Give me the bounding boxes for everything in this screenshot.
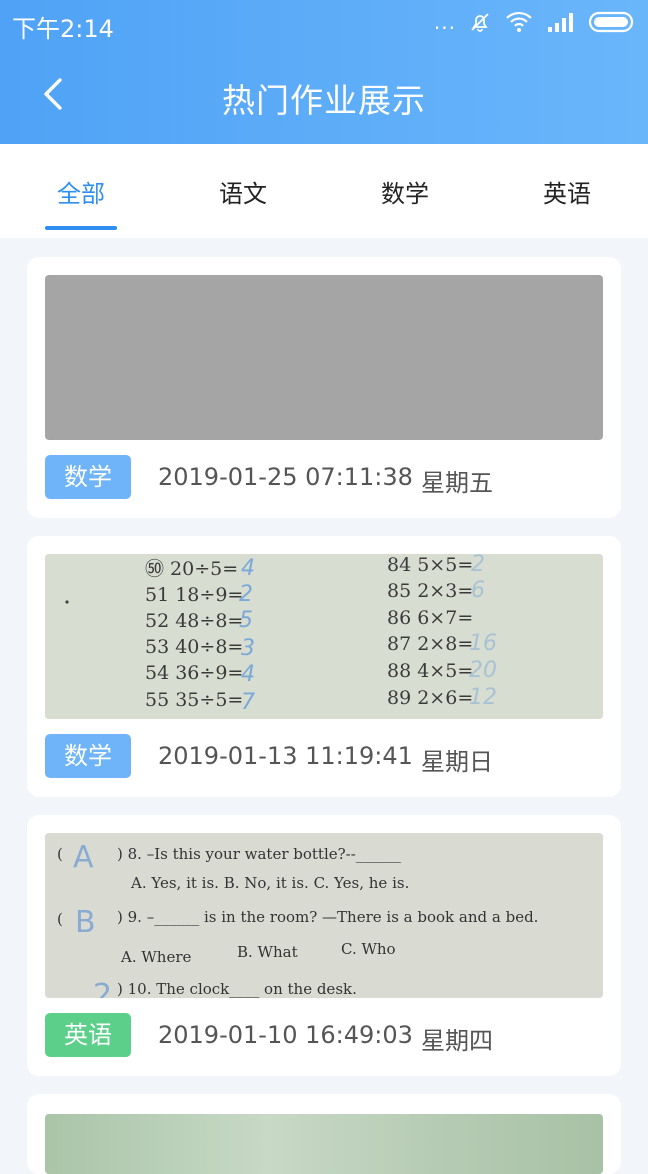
photo-line: 51 18÷9= — [145, 584, 243, 606]
weekday: 星期五 — [421, 469, 493, 497]
subject-tabs: 全部 语文 数学 英语 — [0, 144, 648, 238]
handwritten-answer: 6 — [471, 578, 485, 603]
submit-date: 2019-01-10 16:49:03 — [158, 1021, 413, 1049]
status-bar: 下午2:14 ... — [0, 0, 648, 46]
homework-card[interactable] — [27, 1094, 621, 1174]
handwritten-answer: 2 — [471, 554, 485, 577]
homework-photo-math[interactable]: ㊿ 20÷5= 51 18÷9= 52 48÷8= 53 40÷8= 54 36… — [45, 554, 603, 719]
handwritten-answer: 2 — [239, 582, 253, 607]
subject-badge: 英语 — [45, 1013, 131, 1057]
submit-date: 2019-01-13 11:19:41 — [158, 742, 413, 770]
homework-photo-blurred[interactable] — [45, 1114, 603, 1174]
photo-line: ) 8. –Is this your water bottle?--______ — [117, 845, 401, 863]
nav-bar: 热门作业展示 — [0, 46, 648, 144]
handwritten-answer: A — [73, 840, 94, 875]
photo-line: 88 4×5= — [387, 660, 473, 682]
signal-icon — [548, 13, 573, 32]
weekday: 星期四 — [421, 1027, 493, 1055]
header-bar: 下午2:14 ... 热门作业展示 — [0, 0, 648, 144]
homework-image-placeholder[interactable] — [45, 275, 603, 440]
handwritten-answer: B — [75, 905, 96, 940]
photo-line: 55 35÷5= — [145, 689, 243, 711]
photo-line: 89 2×6= — [387, 687, 473, 709]
weekday: 星期日 — [421, 748, 493, 776]
status-icons: ... — [434, 10, 636, 34]
homework-photo-english[interactable]: ( ) 8. –Is this your water bottle?--____… — [45, 833, 603, 998]
photo-line: 85 2×3= — [387, 580, 473, 602]
homework-card[interactable]: 数学 2019-01-25 07:11:38 星期五 — [27, 257, 621, 518]
photo-line: A. Where — [120, 948, 191, 966]
photo-line: C. Who — [341, 940, 396, 958]
photo-line: 84 5×5= — [387, 554, 473, 576]
handwritten-answer: 4 — [241, 662, 255, 687]
photo-line: 53 40÷8= — [145, 636, 243, 658]
handwritten-answer: 3 — [241, 636, 255, 661]
more-dots-icon: ... — [433, 10, 456, 34]
photo-line: ) 10. The clock____ on the desk. — [117, 980, 357, 998]
tab-all[interactable]: 全部 — [0, 144, 162, 238]
tab-math[interactable]: 数学 — [324, 144, 486, 238]
submit-date: 2019-01-25 07:11:38 — [158, 463, 413, 491]
subject-badge: 数学 — [45, 734, 131, 778]
page-title: 热门作业展示 — [222, 81, 426, 120]
handwritten-answer: 4 — [241, 556, 255, 581]
photo-line: B. What — [237, 943, 298, 961]
handwritten-answer: 5 — [239, 608, 253, 633]
battery-icon — [588, 11, 634, 33]
muted-bell-icon — [471, 13, 489, 32]
handwritten-answer: 12 — [469, 685, 497, 710]
tab-english[interactable]: 英语 — [486, 144, 648, 238]
svg-text:(: ( — [57, 845, 63, 863]
handwritten-answer: 7 — [241, 690, 255, 715]
svg-text:(: ( — [57, 910, 63, 928]
photo-line: 87 2×8= — [387, 633, 473, 655]
status-time: 下午2:14 — [12, 15, 114, 43]
photo-line: ㊿ 20÷5= — [145, 558, 238, 580]
photo-line: 54 36÷9= — [145, 662, 243, 684]
handwritten-answer: 20 — [469, 658, 497, 683]
subject-badge: 数学 — [45, 455, 131, 499]
math-worksheet-photo: ㊿ 20÷5= 51 18÷9= 52 48÷8= 53 40÷8= 54 36… — [45, 554, 603, 719]
photo-line: 52 48÷8= — [145, 610, 243, 632]
photo-line: ) 9. –______ is in the room? —There is a… — [117, 908, 538, 926]
wifi-icon — [506, 11, 532, 32]
homework-card[interactable]: ㊿ 20÷5= 51 18÷9= 52 48÷8= 53 40÷8= 54 36… — [27, 536, 621, 797]
tab-chinese[interactable]: 语文 — [162, 144, 324, 238]
photo-line: 86 6×7= — [387, 607, 473, 629]
homework-card[interactable]: ( ) 8. –Is this your water bottle?--____… — [27, 815, 621, 1076]
handwritten-answer: 16 — [469, 631, 497, 656]
handwritten-answer: 2 — [93, 978, 112, 998]
english-worksheet-photo: ( ) 8. –Is this your water bottle?--____… — [45, 833, 603, 998]
photo-line: A. Yes, it is. B. No, it is. C. Yes, he … — [130, 874, 409, 892]
